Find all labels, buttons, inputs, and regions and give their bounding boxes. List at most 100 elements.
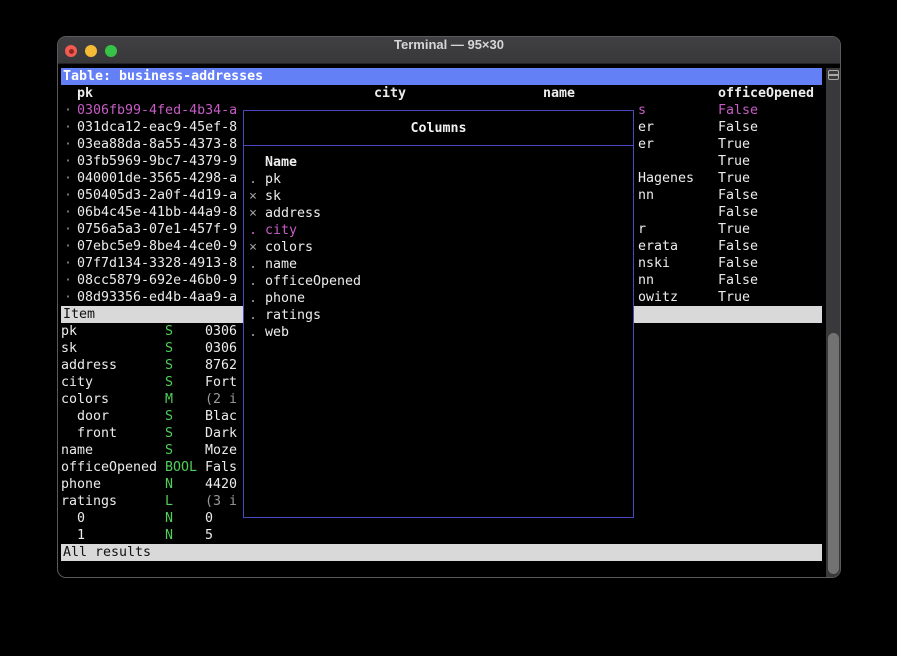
dialog-column-header: Name: [265, 154, 297, 171]
attribute-value: 5: [205, 527, 213, 544]
attribute-type: L: [165, 493, 173, 510]
column-header-officeOpened: officeOpened: [718, 85, 814, 102]
dialog-item-colors[interactable]: ×colors: [244, 239, 633, 256]
item-label: phone: [265, 290, 305, 307]
attribute-name: colors: [61, 391, 109, 408]
terminal-screen[interactable]: Table: business-addresses pk city name o…: [61, 68, 822, 578]
dialog-item-city[interactable]: .city: [244, 222, 633, 239]
row-bullet-icon: ·: [64, 221, 72, 238]
attribute-type: S: [165, 408, 173, 425]
row-bullet-icon: ·: [64, 289, 72, 306]
table-header-bar: Table: business-addresses: [61, 68, 822, 85]
cell-pk: 08d93356-ed4b-4aa9-a: [77, 289, 237, 306]
row-bullet-icon: ·: [64, 170, 72, 187]
attribute-name: front: [77, 425, 117, 442]
cell-pk: 07ebc5e9-8be4-4ce0-9: [77, 238, 237, 255]
item-marker-icon: .: [249, 324, 257, 341]
cell-officeOpened: True: [718, 170, 750, 187]
attribute-value: Dark: [205, 425, 237, 442]
item-marker-icon: ×: [249, 188, 257, 205]
attribute-name: phone: [61, 476, 101, 493]
attribute-name: door: [77, 408, 109, 425]
attribute-type: S: [165, 340, 173, 357]
row-bullet-icon: ·: [64, 255, 72, 272]
cell-pk: 07f7d134-3328-4913-8: [77, 255, 237, 272]
cell-officeOpened: False: [718, 187, 758, 204]
attribute-value: Fort: [205, 374, 237, 391]
item-label: officeOpened: [265, 273, 361, 290]
dialog-item-ratings[interactable]: .ratings: [244, 307, 633, 324]
cell-name: erata: [638, 238, 678, 255]
status-bar: All results: [61, 544, 822, 561]
item-label: web: [265, 324, 289, 341]
item-label: address: [265, 205, 321, 222]
attribute-type: S: [165, 357, 173, 374]
window-title: Terminal — 95×30: [58, 37, 840, 64]
cell-officeOpened: True: [718, 136, 750, 153]
cell-pk: 040001de-3565-4298-a: [77, 170, 237, 187]
attribute-value: (3 i: [205, 493, 237, 510]
table-column-headers: pk city name officeOpened: [61, 85, 822, 102]
dialog-item-phone[interactable]: . phone: [244, 290, 633, 307]
attribute-type: S: [165, 425, 173, 442]
item-label: sk: [265, 188, 281, 205]
dialog-item-officeOpened[interactable]: .officeOpened: [244, 273, 633, 290]
attribute-type: S: [165, 442, 173, 459]
split-pane-icon[interactable]: [828, 70, 839, 80]
item-label: name: [265, 256, 297, 273]
row-bullet-icon: ·: [64, 102, 72, 119]
dialog-separator: [244, 145, 633, 146]
dialog-item-address[interactable]: × address: [244, 205, 633, 222]
column-header-name: name: [543, 85, 575, 102]
attribute-type: N: [165, 527, 173, 544]
row-bullet-icon: ·: [64, 238, 72, 255]
item-marker-icon: .: [249, 256, 257, 273]
attribute-type: N: [165, 510, 173, 527]
cell-name: Hagenes: [638, 170, 694, 187]
cell-officeOpened: True: [718, 221, 750, 238]
scrollbar-track[interactable]: [826, 68, 841, 578]
cell-name: nn: [638, 272, 654, 289]
attribute-value: (2 i: [205, 391, 237, 408]
cell-officeOpened: True: [718, 289, 750, 306]
window-titlebar[interactable]: Terminal — 95×30: [58, 37, 840, 64]
dialog-item-name[interactable]: . name: [244, 256, 633, 273]
attribute-name: name: [61, 442, 93, 459]
cell-officeOpened: False: [718, 255, 758, 272]
item-attribute-row: 1N5: [61, 527, 822, 544]
item-marker-icon: .: [249, 290, 257, 307]
attribute-type: BOOL: [165, 459, 197, 476]
cell-pk: 0756a5a3-07e1-457f-9: [77, 221, 237, 238]
item-marker-icon: ×: [249, 205, 257, 222]
row-bullet-icon: ·: [64, 204, 72, 221]
cell-name: owitz: [638, 289, 678, 306]
attribute-value: 8762: [205, 357, 237, 374]
split-pane-line: [829, 74, 838, 76]
scrollbar-thumb[interactable]: [828, 333, 839, 574]
attribute-value: 0306: [205, 340, 237, 357]
attribute-value: 4420: [205, 476, 237, 493]
cell-pk: 06b4c45e-41bb-44a9-8: [77, 204, 237, 221]
dialog-item-pk[interactable]: .pk: [244, 171, 633, 188]
cell-officeOpened: False: [718, 102, 758, 119]
item-marker-icon: .: [249, 307, 257, 324]
cell-officeOpened: False: [718, 272, 758, 289]
attribute-type: M: [165, 391, 173, 408]
column-header-pk: pk: [77, 85, 93, 102]
columns-dialog: Columns Name .pk×sk×address.city×colors.…: [243, 110, 634, 518]
cell-officeOpened: True: [718, 153, 750, 170]
terminal-window: Terminal — 95×30 Table: business-address…: [57, 36, 841, 578]
dialog-item-sk[interactable]: × sk: [244, 188, 633, 205]
dialog-item-web[interactable]: . web: [244, 324, 633, 341]
cell-pk: 050405d3-2a0f-4d19-a: [77, 187, 237, 204]
attribute-name: pk: [61, 323, 77, 340]
cell-name: nn: [638, 187, 654, 204]
row-bullet-icon: ·: [64, 187, 72, 204]
cell-pk: 0306fb99-4fed-4b34-a: [77, 102, 237, 119]
attribute-value: Moze: [205, 442, 237, 459]
cell-officeOpened: False: [718, 204, 758, 221]
item-label: colors: [265, 239, 313, 256]
cell-name: er: [638, 136, 654, 153]
row-bullet-icon: ·: [64, 119, 72, 136]
attribute-name: 0: [77, 510, 85, 527]
